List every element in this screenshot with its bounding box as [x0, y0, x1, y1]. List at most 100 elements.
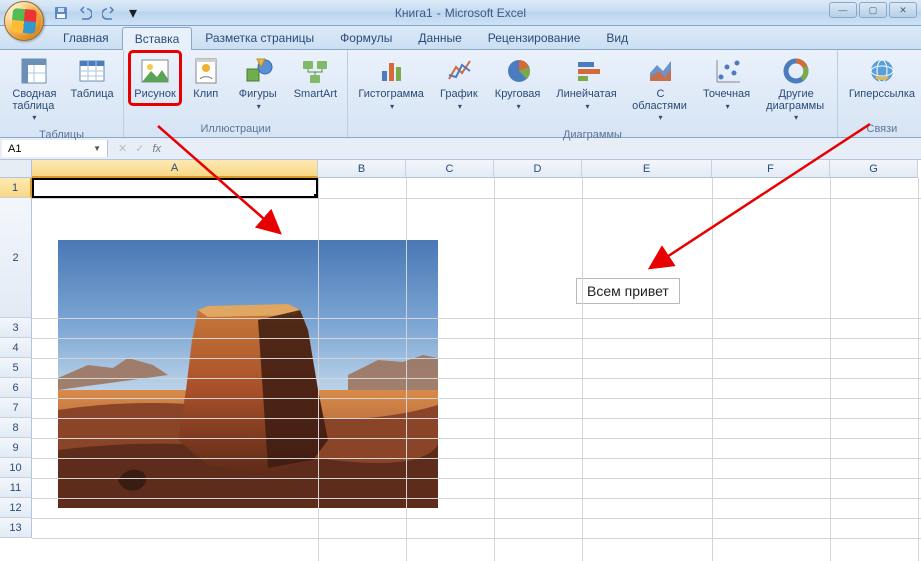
textbox-text: Всем привет: [587, 283, 669, 299]
active-cell[interactable]: [32, 178, 318, 198]
scatter-label: Точечная ▾: [703, 89, 753, 112]
row-header-3[interactable]: 3: [0, 318, 32, 338]
row-header-2[interactable]: 2: [0, 198, 32, 318]
shapes-label: Фигуры ▾: [237, 89, 281, 112]
column-label: Гистограмма ▾: [358, 89, 426, 112]
chevron-down-icon: ▾: [726, 102, 730, 111]
clip-button[interactable]: Клип: [184, 52, 228, 104]
shapes-button[interactable]: Фигуры ▾: [232, 52, 286, 115]
column-header-B[interactable]: B: [318, 160, 406, 178]
quick-access-toolbar: ▾: [52, 4, 142, 22]
row-header-13[interactable]: 13: [0, 518, 32, 538]
picture-button[interactable]: Рисунок: [130, 52, 180, 104]
qat-more-icon[interactable]: ▾: [124, 4, 142, 22]
undo-icon[interactable]: [76, 4, 94, 22]
line-button[interactable]: График ▾: [434, 52, 485, 115]
redo-icon[interactable]: [100, 4, 118, 22]
bar-button[interactable]: Линейчатая ▾: [552, 52, 624, 115]
column-header-C[interactable]: C: [406, 160, 494, 178]
pivot-label: Сводная таблица ▾: [11, 89, 58, 124]
column-header-D[interactable]: D: [494, 160, 582, 178]
worksheet[interactable]: ABCDEFG 12345678910111213: [0, 160, 921, 561]
row-header-4[interactable]: 4: [0, 338, 32, 358]
chevron-down-icon: ▾: [517, 102, 521, 111]
smartart-icon: [299, 55, 331, 87]
area-button[interactable]: С областями ▾: [627, 52, 693, 127]
tab-главная[interactable]: Главная: [50, 26, 122, 49]
save-icon[interactable]: [52, 4, 70, 22]
app-name: Microsoft Excel: [445, 6, 526, 20]
inserted-textbox[interactable]: Всем привет: [576, 278, 680, 304]
row-headers: 12345678910111213: [0, 178, 32, 538]
chevron-down-icon: ▾: [794, 113, 798, 122]
maximize-button[interactable]: ▢: [859, 2, 887, 18]
ribbon-group-связи: ГиперссылкаСвязи: [838, 50, 921, 137]
row-header-10[interactable]: 10: [0, 458, 32, 478]
cancel-icon[interactable]: ✕: [118, 142, 127, 155]
chart-bar-icon: [572, 55, 604, 87]
tab-разметка страницы[interactable]: Разметка страницы: [192, 26, 327, 49]
column-headers: ABCDEFG: [32, 160, 918, 178]
chevron-down-icon: ▾: [586, 102, 590, 111]
bar-label: Линейчатая ▾: [556, 89, 618, 112]
ribbon-tabs: ГлавнаяВставкаРазметка страницыФормулыДа…: [0, 26, 921, 50]
confirm-icon[interactable]: ✓: [135, 142, 144, 155]
select-all-corner[interactable]: [0, 160, 32, 178]
row-header-5[interactable]: 5: [0, 358, 32, 378]
office-button[interactable]: [4, 1, 44, 41]
name-box-value: A1: [8, 143, 21, 155]
chart-line-icon: [444, 55, 476, 87]
row-header-9[interactable]: 9: [0, 438, 32, 458]
column-header-F[interactable]: F: [712, 160, 830, 178]
tab-данные[interactable]: Данные: [405, 26, 474, 49]
row-header-7[interactable]: 7: [0, 398, 32, 418]
formula-input-area[interactable]: ✕ ✓ fx: [110, 138, 921, 159]
ribbon-group-диаграммы: Гистограмма ▾ График ▾ Круговая ▾ Линейчата…: [348, 50, 838, 137]
column-button[interactable]: Гистограмма ▾: [354, 52, 430, 115]
name-box[interactable]: A1 ▼: [2, 140, 108, 157]
formula-bar: A1 ▼ ✕ ✓ fx: [0, 138, 921, 160]
tab-формулы[interactable]: Формулы: [327, 26, 405, 49]
close-button[interactable]: ✕: [889, 2, 917, 18]
fx-icon[interactable]: fx: [152, 143, 161, 155]
row-header-6[interactable]: 6: [0, 378, 32, 398]
scatter-button[interactable]: Точечная ▾: [698, 52, 758, 115]
table-button[interactable]: Таблица: [67, 52, 117, 104]
tab-вставка[interactable]: Вставка: [122, 27, 193, 50]
hyperlink-label: Гиперссылка: [849, 89, 915, 101]
chart-area-icon: [645, 55, 677, 87]
other-label: Другие диаграммы ▾: [766, 89, 826, 124]
tab-вид[interactable]: Вид: [593, 26, 641, 49]
window-controls: — ▢ ✕: [829, 2, 917, 18]
table-label: Таблица: [71, 89, 114, 101]
hyperlink-button[interactable]: Гиперссылка: [844, 52, 920, 104]
column-header-G[interactable]: G: [830, 160, 918, 178]
ribbon-group-таблицы: Сводная таблица ▾ТаблицаТаблицы: [0, 50, 124, 137]
row-header-11[interactable]: 11: [0, 478, 32, 498]
pie-button[interactable]: Круговая ▾: [489, 52, 547, 115]
ribbon: Сводная таблица ▾ТаблицаТаблицыРисунокКл…: [0, 50, 921, 138]
minimize-button[interactable]: —: [829, 2, 857, 18]
chevron-down-icon: ▾: [390, 102, 394, 111]
chevron-down-icon[interactable]: ▼: [93, 144, 101, 153]
other-button[interactable]: Другие диаграммы ▾: [761, 52, 830, 127]
tab-рецензирование[interactable]: Рецензирование: [475, 26, 594, 49]
desert-mesa-photo: [58, 240, 438, 508]
chart-column-icon: [376, 55, 408, 87]
row-header-8[interactable]: 8: [0, 418, 32, 438]
smartart-button[interactable]: SmartArt: [290, 52, 341, 104]
pie-label: Круговая ▾: [494, 89, 542, 112]
office-logo-icon: [11, 8, 37, 34]
pivot-button[interactable]: Сводная таблица ▾: [6, 52, 63, 127]
row-header-12[interactable]: 12: [0, 498, 32, 518]
cells-area[interactable]: Всем привет: [32, 178, 921, 561]
column-header-E[interactable]: E: [582, 160, 712, 178]
area-label: С областями ▾: [632, 89, 689, 124]
shapes-icon: [243, 55, 275, 87]
chevron-down-icon: ▾: [32, 113, 36, 122]
inserted-picture[interactable]: [58, 240, 438, 508]
clip-label: Клип: [193, 89, 218, 101]
row-header-1[interactable]: 1: [0, 178, 32, 198]
column-header-A[interactable]: A: [32, 160, 318, 178]
group-title: Иллюстрации: [130, 121, 341, 137]
